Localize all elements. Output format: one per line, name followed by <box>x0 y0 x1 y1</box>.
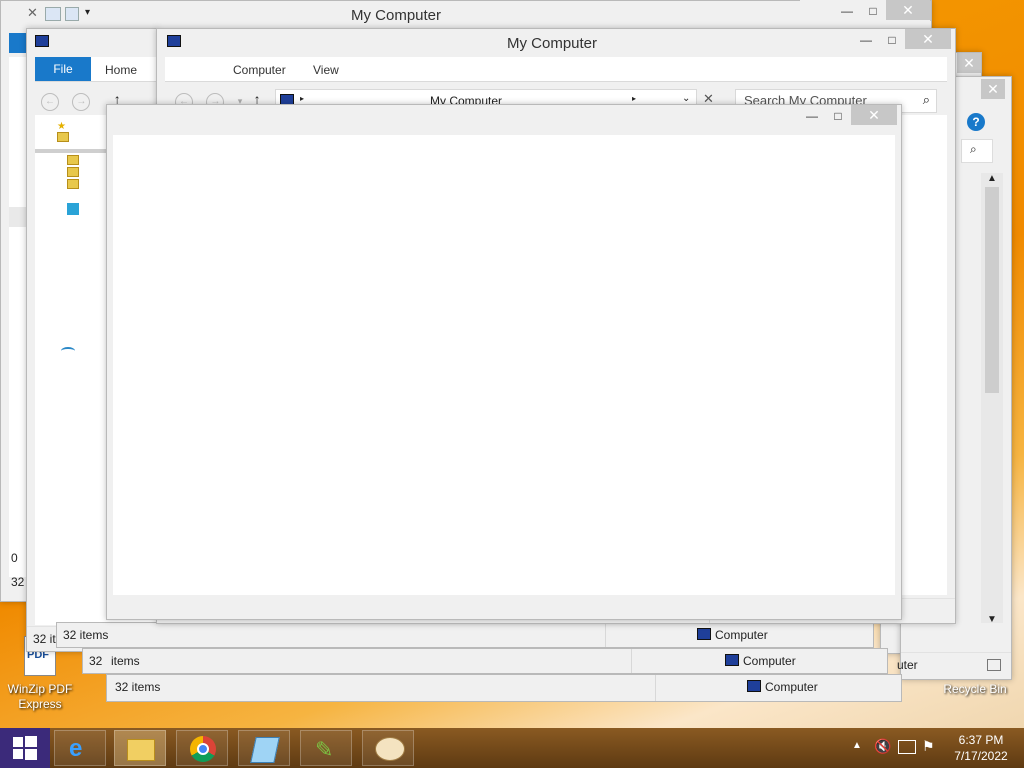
close-button-main[interactable]: ✕ <box>905 29 951 49</box>
status-items-front: 32 items <box>115 680 161 694</box>
statusbar-window-front: 32 items Computer <box>106 674 902 702</box>
chevron-down-icon[interactable]: ▾ <box>85 7 90 18</box>
minimize-button-front[interactable]: — <box>799 106 825 126</box>
action-center-flag-icon[interactable]: ⚑ <box>922 738 935 755</box>
show-hidden-icons-chevron-icon[interactable]: ▲ <box>852 740 862 751</box>
back-icon[interactable]: ← <box>41 93 59 111</box>
minimize-button-2[interactable]: — <box>834 1 860 21</box>
chrome-icon <box>190 736 216 762</box>
library-folders-icon[interactable] <box>67 155 79 191</box>
close-button-4[interactable]: ✕ <box>981 79 1005 99</box>
large-icons-view-icon[interactable] <box>987 659 1001 671</box>
computer-icon <box>697 628 711 640</box>
close-button-3[interactable]: ✕ <box>957 53 981 73</box>
computer-icon <box>167 35 185 49</box>
tab-view[interactable]: View <box>313 63 339 77</box>
address-dropdown-icon[interactable]: ⌄ <box>682 93 690 104</box>
windows-logo-icon <box>13 736 37 760</box>
status-computer-stack-2: Computer <box>725 654 796 668</box>
window-controls-2: — □ ✕ <box>834 0 930 20</box>
computer-icon <box>725 654 739 666</box>
taskbar-file-explorer[interactable] <box>114 730 166 766</box>
search-icon[interactable]: ⌕ <box>970 142 977 157</box>
status-computer-partial: uter <box>897 658 918 672</box>
file-explorer-icon <box>127 739 155 761</box>
statusbar-window-stack-1: 32 items Computer <box>56 622 874 648</box>
help-icon[interactable]: ? <box>967 113 985 131</box>
window-controls-main: — □ ✕ <box>853 29 951 49</box>
volume-muted-icon[interactable]: 🔇 <box>874 738 891 755</box>
computer-icon <box>35 35 53 49</box>
recycle-bin-label: Recycle Bin <box>943 682 1007 696</box>
scroll-thumb[interactable] <box>985 187 999 393</box>
notepad-icon <box>250 737 280 763</box>
breadcrumb-chevron-icon[interactable]: ▸ <box>632 94 636 103</box>
status-items-stack-2: items <box>111 654 140 668</box>
window-title-main: My Computer <box>507 35 598 52</box>
recycle-bin-shortcut[interactable]: Recycle Bin <box>940 682 1010 696</box>
network-icon[interactable] <box>67 203 79 215</box>
start-button[interactable] <box>0 728 50 768</box>
scroll-down-icon[interactable]: ▼ <box>987 614 997 625</box>
forward-icon[interactable]: → <box>72 93 91 111</box>
scroll-up-icon[interactable]: ▲ <box>987 173 997 184</box>
status-fragment: 32 <box>11 575 25 589</box>
status-computer-front: Computer <box>747 680 818 694</box>
close-button-2[interactable]: ✕ <box>886 0 930 20</box>
winzip-label: WinZip PDF Express <box>7 682 73 711</box>
status-items-stack-1: 32 items <box>63 628 109 642</box>
maximize-button-front[interactable]: □ <box>825 106 851 126</box>
window-controls-front: — □ ✕ <box>799 105 897 125</box>
statusbar-window-stack-2: 32 items Computer <box>82 648 888 674</box>
titlebar-back-1[interactable]: ✕ ▾ My Computer —□✕ <box>1 1 931 29</box>
taskbar-internet-explorer[interactable]: e <box>54 730 106 766</box>
status-computer-stack-1: Computer <box>697 628 768 642</box>
taskbar-chrome[interactable] <box>176 730 228 766</box>
tool-icon: ✎ <box>315 737 334 762</box>
internet-explorer-icon: e <box>69 735 83 762</box>
paint-palette-icon <box>375 737 405 761</box>
properties-icon[interactable] <box>65 7 79 21</box>
taskbar-paint[interactable] <box>362 730 414 766</box>
breadcrumb-chevron-icon[interactable]: ▸ <box>300 94 304 103</box>
tab-computer[interactable]: Computer <box>233 63 286 77</box>
statusbar-back-4: uter <box>897 652 1011 679</box>
taskbar-notepad[interactable] <box>238 730 290 766</box>
vertical-scrollbar[interactable]: ▲ ▼ <box>981 173 1003 625</box>
minimize-button-main[interactable]: — <box>853 30 879 50</box>
file-tab-fragment[interactable] <box>9 33 27 53</box>
taskbar-app-tool[interactable]: ✎ <box>300 730 352 766</box>
titlebar-left[interactable] <box>27 29 157 57</box>
favorites-icon[interactable]: ★ <box>57 121 69 144</box>
maximize-button-2[interactable]: □ <box>860 1 886 21</box>
network-status-icon[interactable] <box>898 740 916 754</box>
homegroup-icon[interactable] <box>61 347 75 355</box>
search-box-fragment[interactable]: ⌕ <box>961 139 993 163</box>
titlebar-front[interactable]: — □ ✕ <box>107 105 901 133</box>
clock-date: 7/17/2022 <box>954 749 1008 763</box>
count-fragment: 0 <box>11 551 18 565</box>
taskbar: e ✎ ▲ 🔇 ⚑ 6:37 PM 7/17/2022 <box>0 728 1024 768</box>
undo-icon[interactable] <box>45 7 61 21</box>
maximize-button-main[interactable]: □ <box>879 30 905 50</box>
tab-file[interactable]: File <box>35 57 91 81</box>
computer-icon <box>747 680 761 692</box>
search-icon[interactable]: ⌕ <box>923 92 930 108</box>
tab-home[interactable]: Home <box>105 63 137 77</box>
desktop: PDF WinZip PDF Express Recycle Bin ✕ ▾ M… <box>0 0 1024 728</box>
close-icon[interactable]: ✕ <box>27 5 38 21</box>
clock-time: 6:37 PM <box>958 733 1004 747</box>
clock[interactable]: 6:37 PM 7/17/2022 <box>946 732 1016 764</box>
titlebar-main[interactable]: My Computer — □ ✕ <box>157 29 955 57</box>
status-count-stack-2: 32 <box>89 654 103 668</box>
front-content-blank <box>113 135 895 595</box>
ribbon-left: File Home <box>35 57 157 82</box>
window-front[interactable]: — □ ✕ <box>106 104 902 620</box>
window-title: My Computer <box>351 7 442 24</box>
window-back-2-titlebar[interactable]: — □ ✕ <box>800 0 930 30</box>
close-button-front[interactable]: ✕ <box>851 105 897 125</box>
ribbon-main: Computer View <box>165 57 947 82</box>
